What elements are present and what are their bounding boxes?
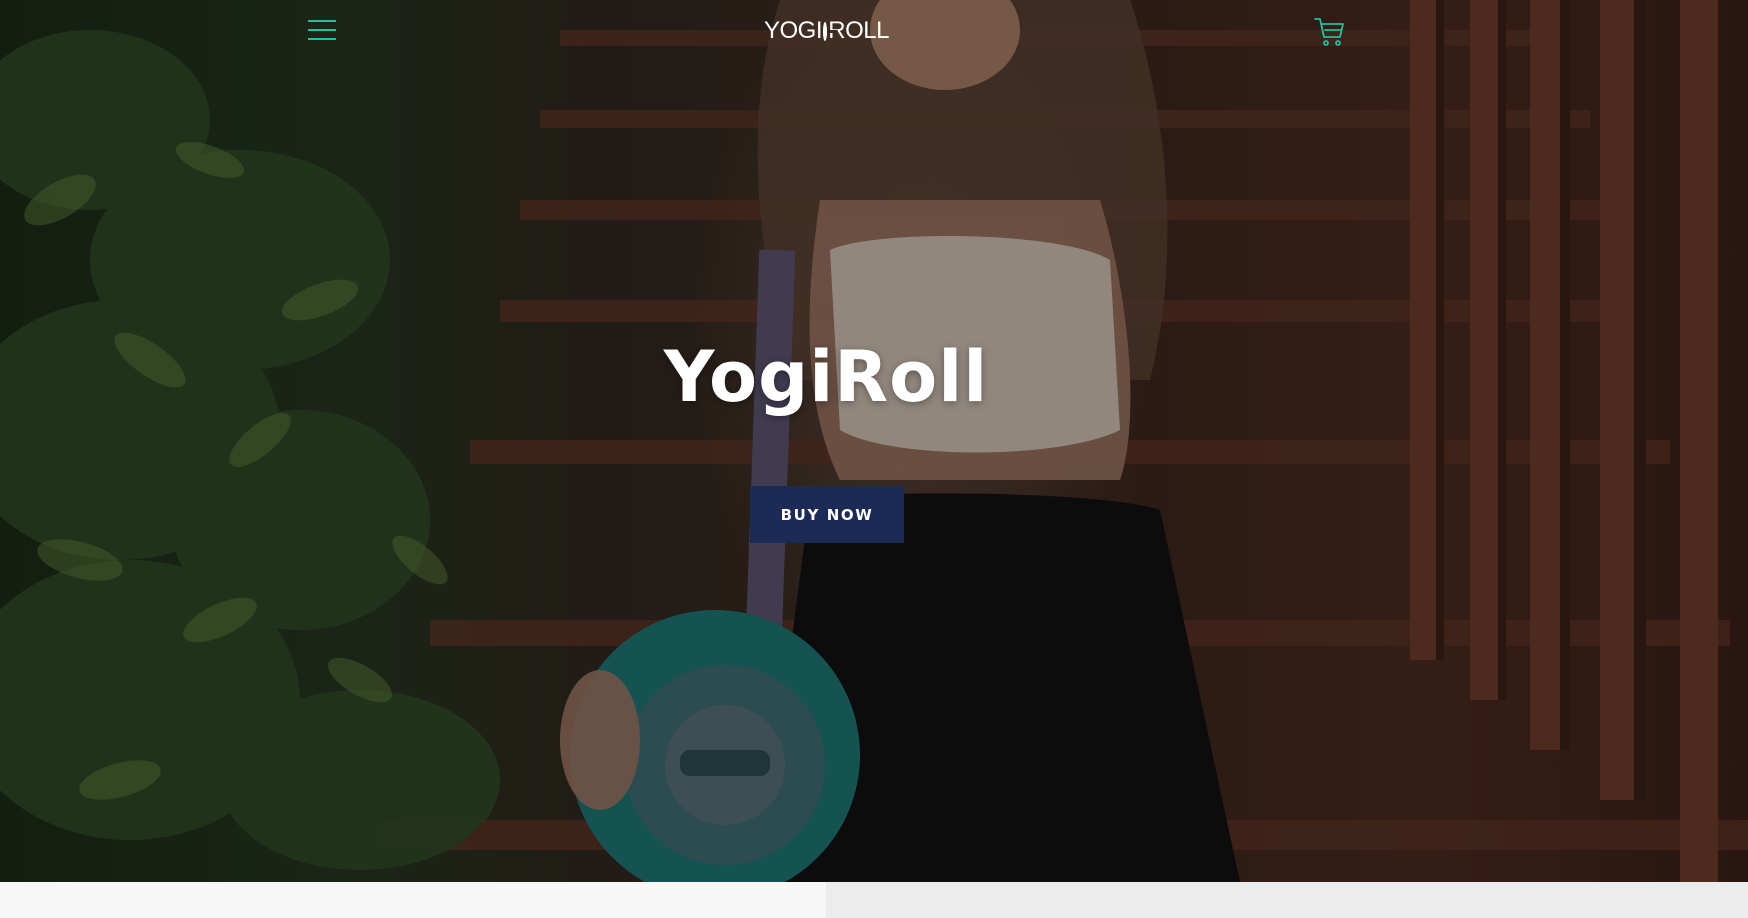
logo-text-left: YOGI (764, 17, 823, 44)
site-logo[interactable]: YOGI ROLL (764, 17, 889, 45)
site-header: YOGI ROLL (0, 0, 1748, 64)
logo-mark-icon (823, 21, 840, 41)
hero-dark-overlay (0, 0, 1748, 882)
hero-title: YogiRoll (663, 336, 989, 418)
content-panel-right (826, 882, 1748, 918)
shopping-cart-icon (1314, 16, 1346, 53)
content-panel-left (0, 882, 826, 918)
cart-button[interactable] (1310, 14, 1350, 54)
menu-button[interactable] (300, 16, 344, 48)
hamburger-menu-icon (308, 19, 336, 46)
below-hero-section (0, 882, 1748, 918)
page: YOGI ROLL YogiRoll BUY NOW (0, 0, 1748, 918)
hero-banner: YOGI ROLL YogiRoll BUY NOW (0, 0, 1748, 882)
buy-now-button[interactable]: BUY NOW (750, 486, 904, 543)
